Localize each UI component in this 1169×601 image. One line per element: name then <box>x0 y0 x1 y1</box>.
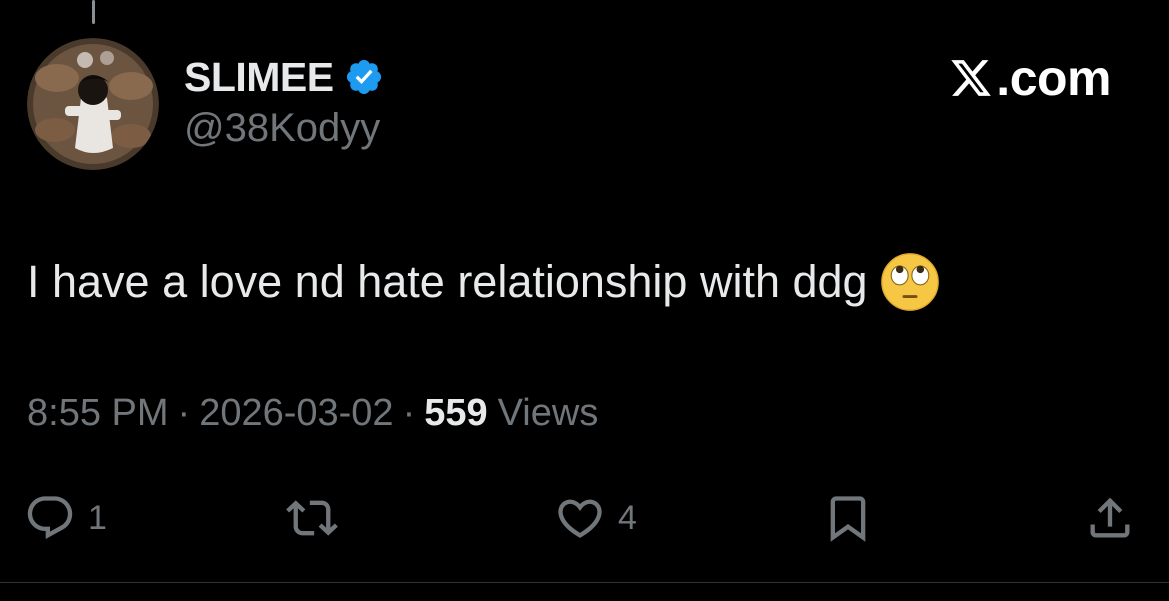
like-count: 4 <box>618 499 637 537</box>
retweet-button[interactable] <box>286 488 338 548</box>
like-button[interactable]: 4 <box>554 488 637 548</box>
bookmark-button[interactable] <box>822 488 874 548</box>
tweet-body: I have a love nd hate relationship with … <box>27 252 940 312</box>
heart-icon <box>558 499 602 538</box>
avatar[interactable] <box>27 38 159 170</box>
views-count: 559 <box>424 392 488 434</box>
views-label: Views <box>497 392 599 434</box>
retweet-icon <box>286 500 338 536</box>
tweet-meta: 8:55 PM · 2026-03-02 · 559 Views <box>27 392 599 435</box>
x-logo-icon <box>951 60 992 96</box>
reply-bubble-icon <box>27 496 73 540</box>
brand-watermark: .com <box>948 50 1111 106</box>
meta-separator: · <box>402 392 416 434</box>
bookmark-icon <box>830 496 866 542</box>
tweet-actions: 1 4 <box>0 488 1169 548</box>
thread-connector-line <box>92 0 95 24</box>
bottom-divider <box>0 582 1169 583</box>
tweet-time[interactable]: 8:55 PM <box>27 392 169 435</box>
author-name-row[interactable]: SLIMEE <box>184 52 384 102</box>
reply-button[interactable]: 1 <box>24 488 107 548</box>
share-icon <box>1090 497 1130 538</box>
verified-badge-icon <box>346 59 381 95</box>
share-button[interactable] <box>1084 488 1136 548</box>
reply-count: 1 <box>88 499 107 537</box>
author-handle[interactable]: @38Kodyy <box>184 108 380 148</box>
author-display-name[interactable]: SLIMEE <box>184 56 334 98</box>
meta-separator: · <box>177 392 191 434</box>
avatar-photo <box>27 38 159 170</box>
tweet-text: I have a love nd hate relationship with … <box>27 256 868 308</box>
tweet-date[interactable]: 2026-03-02 <box>199 392 393 435</box>
brand-text: .com <box>996 50 1111 106</box>
face-with-rolling-eyes-icon <box>880 253 939 311</box>
